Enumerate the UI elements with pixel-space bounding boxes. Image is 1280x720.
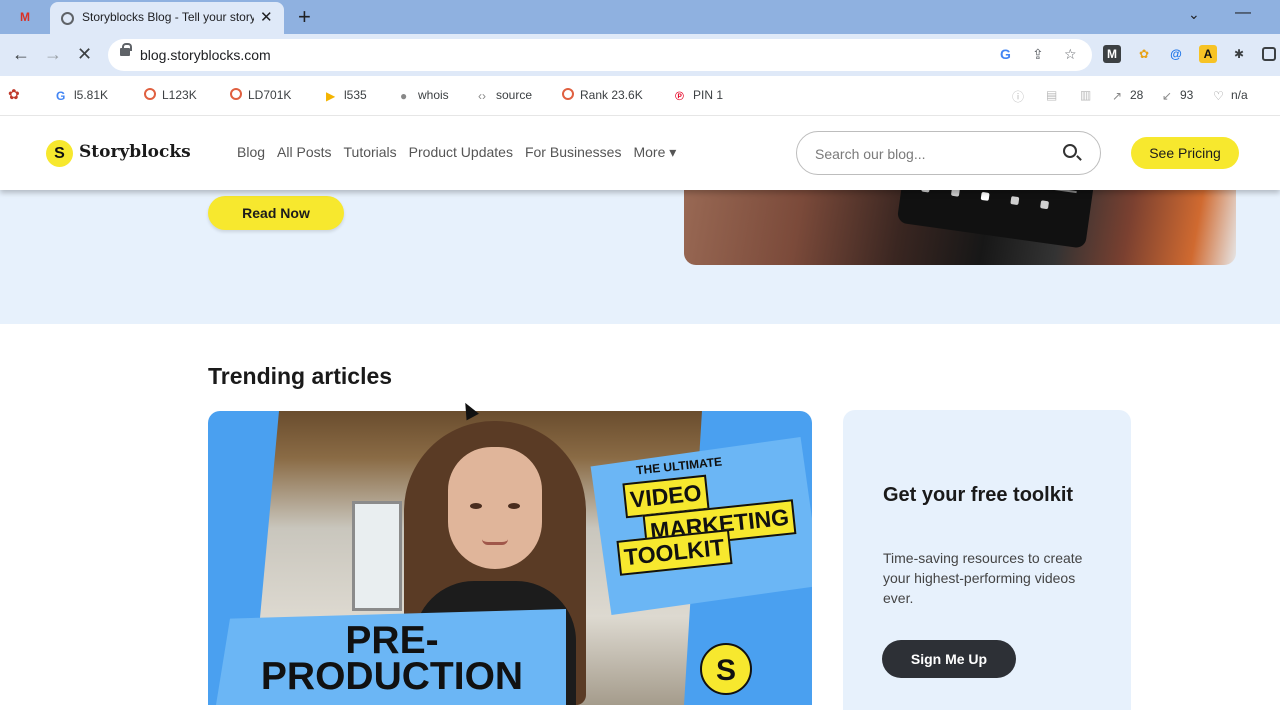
read-now-button[interactable]: Read Now xyxy=(208,196,344,230)
site-header: S Storyblocks Blog All Posts Tutorials P… xyxy=(0,116,1280,190)
seo-source[interactable]: ‹› source xyxy=(478,88,533,103)
toolkit-promo-title: Get your free toolkit xyxy=(883,484,1074,506)
seo-internal-links[interactable]: ↙ 93 xyxy=(1162,88,1194,103)
share-icon[interactable]: ⇪ xyxy=(1032,46,1044,63)
site-nav: Blog All Posts Tutorials Product Updates… xyxy=(237,144,688,161)
seo-external-links[interactable]: ↗ 28 xyxy=(1112,88,1144,103)
seo-label: l5.81K xyxy=(74,88,109,102)
seo-label: 93 xyxy=(1180,88,1194,102)
seo-toolbar: ✿ Gl5.81K L123K LD701K ▶ l535 ● whois ‹› so… xyxy=(0,76,1280,116)
omnibox[interactable]: blog.storyblocks.com G ⇪ ☆ xyxy=(108,39,1092,71)
new-tab-button[interactable]: + xyxy=(298,4,311,30)
seo-label: Rank 23.6K xyxy=(580,88,643,102)
storyblocks-badge-icon: S xyxy=(700,643,752,695)
toolkit-promo-description: Time-saving resources to create your hig… xyxy=(883,550,1083,606)
tab-title: Storyblocks Blog - Tell your story xyxy=(82,10,254,24)
pre-production-text: PRE- PRODUCTION xyxy=(222,619,562,698)
extension-seo-icon[interactable]: ✿ xyxy=(1135,45,1153,63)
seo-linking-domains[interactable]: LD701K xyxy=(230,88,291,102)
search-placeholder: Search our blog... xyxy=(815,146,926,162)
presenter-eye xyxy=(470,503,482,509)
active-tab[interactable]: Storyblocks Blog - Tell your story ✕ xyxy=(50,2,284,34)
back-icon[interactable]: ← xyxy=(12,44,30,65)
nav-blog[interactable]: Blog xyxy=(237,144,265,161)
sign-me-up-button[interactable]: Sign Me Up xyxy=(882,640,1016,678)
seo-label: whois xyxy=(418,88,449,102)
nav-for-businesses[interactable]: For Businesses xyxy=(525,144,621,161)
phone-add-icon xyxy=(980,191,990,201)
forward-icon[interactable]: → xyxy=(44,44,62,65)
window-minimize-icon[interactable]: — xyxy=(1235,4,1251,22)
pre-production-line1: PRE- xyxy=(345,619,439,662)
gmail-pinned-tab[interactable]: M xyxy=(14,8,36,26)
seo-pinterest[interactable]: ℗ PIN 1 xyxy=(675,88,724,103)
extension-a-icon[interactable]: A xyxy=(1199,45,1217,63)
seo-whois[interactable]: ● whois xyxy=(400,88,449,103)
url-text[interactable]: blog.storyblocks.com xyxy=(140,47,271,63)
trending-articles-heading: Trending articles xyxy=(208,363,393,389)
presenter-face xyxy=(448,447,542,569)
nav-more-dropdown[interactable]: More ▾ xyxy=(633,144,676,161)
seo-label: 28 xyxy=(1130,88,1144,102)
search-icon[interactable] xyxy=(1063,144,1077,158)
storyblocks-logo-icon[interactable]: S xyxy=(46,140,73,167)
seo-label: PIN 1 xyxy=(693,88,724,102)
seo-label: n/a xyxy=(1231,88,1248,102)
extension-m-icon[interactable]: M xyxy=(1103,45,1121,63)
extension-at-icon[interactable]: @ xyxy=(1167,45,1185,63)
seo-label: source xyxy=(496,88,533,102)
phone-inbox-icon xyxy=(1010,196,1020,206)
stop-loading-icon[interactable]: ✕ xyxy=(77,44,92,65)
seo-density[interactable]: ♡ n/a xyxy=(1213,88,1248,103)
page-viewport: Read Now S Storyblocks Blog All Posts Tu… xyxy=(0,116,1280,720)
office-window xyxy=(352,501,402,611)
seo-bing-index[interactable]: ▶ l535 xyxy=(326,88,367,103)
nav-tutorials[interactable]: Tutorials xyxy=(344,144,397,161)
tab-search-chevron-icon[interactable]: ⌄ xyxy=(1188,6,1200,23)
toolkit-promo-card: Get your free toolkit Time-saving resour… xyxy=(843,410,1131,710)
seo-rank[interactable]: Rank 23.6K xyxy=(562,88,643,102)
browser-tab-bar: M Storyblocks Blog - Tell your story ✕ +… xyxy=(0,0,1280,34)
pre-production-line2: PRODUCTION xyxy=(260,655,524,698)
extensions-puzzle-icon[interactable]: ✱ xyxy=(1230,45,1248,63)
storyblocks-logo-text[interactable]: Storyblocks xyxy=(79,142,191,162)
blog-search-input[interactable]: Search our blog... xyxy=(796,131,1101,175)
tab-favicon-icon xyxy=(61,12,74,25)
nav-product-updates[interactable]: Product Updates xyxy=(409,144,513,161)
seo-label: LD701K xyxy=(248,88,292,102)
tab-close-icon[interactable]: ✕ xyxy=(260,8,273,26)
seo-page-icon[interactable]: ▤ xyxy=(1046,88,1057,102)
see-pricing-button[interactable]: See Pricing xyxy=(1131,137,1239,169)
presenter-eye xyxy=(508,503,520,509)
google-translate-icon[interactable]: G xyxy=(1000,46,1011,62)
address-toolbar: ← → ✕ blog.storyblocks.com G ⇪ ☆ M ✿ @ A… xyxy=(0,34,1280,76)
seo-label: L123K xyxy=(162,88,197,102)
seo-google-index[interactable]: Gl5.81K xyxy=(56,88,109,103)
seo-links[interactable]: L123K xyxy=(144,88,197,102)
featured-article-image[interactable]: THE ULTIMATE VIDEO MARKETING TOOLKIT PRE… xyxy=(208,411,812,705)
presenter-mouth xyxy=(482,539,508,545)
bookmark-star-icon[interactable]: ☆ xyxy=(1064,46,1077,63)
seoquake-logo-icon[interactable]: ✿ xyxy=(8,86,20,103)
lock-icon[interactable] xyxy=(120,43,132,56)
phone-profile-icon xyxy=(1040,200,1050,210)
seo-label: l535 xyxy=(344,88,367,102)
sidepanel-icon[interactable] xyxy=(1262,47,1276,61)
seo-chart-icon[interactable]: ▥ xyxy=(1080,88,1091,102)
seo-info-icon[interactable]: ⓘ xyxy=(1012,88,1024,105)
nav-all-posts[interactable]: All Posts xyxy=(277,144,331,161)
